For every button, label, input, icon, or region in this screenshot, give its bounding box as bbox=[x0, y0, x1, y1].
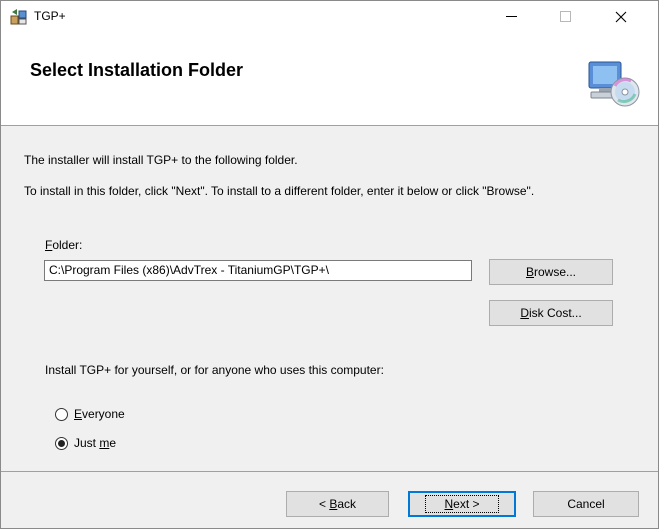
back-label: ack bbox=[337, 497, 357, 511]
install-instructions-text: To install in this folder, click "Next".… bbox=[24, 184, 535, 198]
minimize-icon bbox=[505, 16, 517, 17]
everyone-label[interactable]: Everyone bbox=[74, 407, 125, 421]
folder-path-input[interactable]: C:\Program Files (x86)\AdvTrex - Titaniu… bbox=[44, 260, 472, 281]
next-accel: N bbox=[444, 497, 454, 511]
maximize-icon bbox=[559, 11, 571, 22]
browse-accel: B bbox=[525, 265, 534, 279]
back-prefix: < bbox=[318, 497, 330, 511]
maximize-button[interactable] bbox=[542, 1, 588, 32]
installer-window: TGP+ Select Installation Folder The inst… bbox=[0, 0, 659, 529]
disk-cost-button[interactable]: Disk Cost... bbox=[489, 300, 613, 326]
computer-cd-icon bbox=[588, 61, 640, 107]
header-banner: Select Installation Folder bbox=[1, 32, 658, 126]
window-title: TGP+ bbox=[34, 9, 66, 23]
footer-separator bbox=[1, 471, 658, 472]
close-icon bbox=[615, 11, 627, 22]
everyone-accel: E bbox=[74, 407, 83, 421]
just-me-label-rest: e bbox=[109, 436, 117, 450]
just-me-accel: m bbox=[99, 436, 110, 450]
radio-selected-dot bbox=[58, 440, 65, 447]
disk-cost-label: isk Cost... bbox=[528, 306, 582, 320]
page-title: Select Installation Folder bbox=[30, 60, 244, 80]
close-button[interactable] bbox=[598, 1, 644, 32]
folder-label: Folder: bbox=[45, 238, 82, 252]
installer-app-icon bbox=[10, 9, 27, 25]
everyone-label-rest: veryone bbox=[82, 407, 125, 421]
everyone-radio[interactable] bbox=[55, 408, 68, 421]
install-info-text: The installer will install TGP+ to the f… bbox=[24, 153, 298, 167]
next-label: ext > bbox=[453, 497, 480, 511]
just-me-radio[interactable] bbox=[55, 437, 68, 450]
minimize-button[interactable] bbox=[488, 1, 534, 32]
folder-label-rest: older: bbox=[52, 238, 83, 252]
next-focus-rect: Next > bbox=[425, 495, 499, 513]
disk-cost-accel: D bbox=[520, 306, 529, 320]
title-bar[interactable]: TGP+ bbox=[1, 1, 658, 32]
install-for-prompt: Install TGP+ for yourself, or for anyone… bbox=[45, 363, 384, 377]
cancel-button[interactable]: Cancel bbox=[533, 491, 639, 517]
browse-label: rowse... bbox=[534, 265, 577, 279]
browse-button[interactable]: Browse... bbox=[489, 259, 613, 285]
just-me-prefix: Just bbox=[74, 436, 100, 450]
next-button[interactable]: Next > bbox=[408, 491, 516, 517]
back-button[interactable]: < Back bbox=[286, 491, 389, 517]
just-me-label[interactable]: Just me bbox=[74, 436, 116, 450]
